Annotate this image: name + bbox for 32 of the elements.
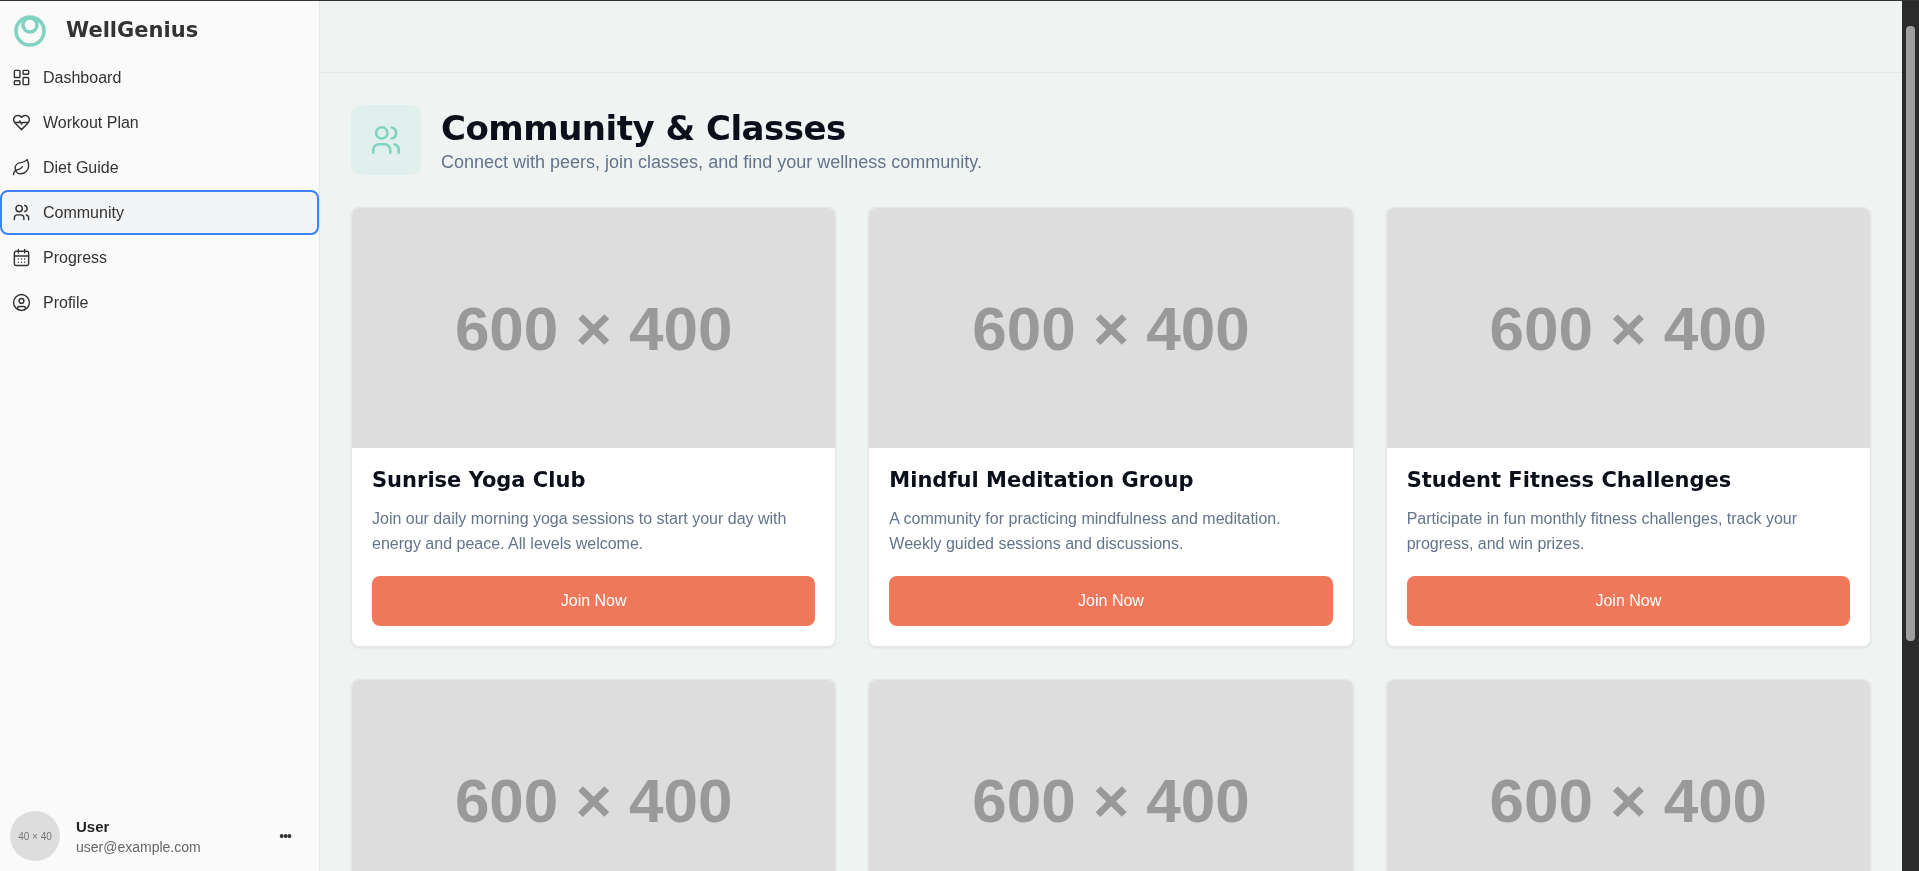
nav-item[interactable]: Community <box>0 190 319 235</box>
placeholder-label: 600 × 400 <box>454 292 733 364</box>
nav-item[interactable]: Dashboard <box>0 55 319 100</box>
card-description: Participate in fun monthly fitness challenges, track your progress, and win prizes. <box>1406 509 1799 554</box>
avatar-label: 40 × 40 <box>18 830 52 842</box>
grid-icon <box>12 68 31 87</box>
user-email: user@example.com <box>76 838 202 855</box>
users-icon <box>12 203 31 222</box>
nav-item[interactable]: Diet Guide <box>0 145 319 190</box>
leaf-icon <box>12 158 31 177</box>
page-subtitle: Connect with peers, join classes, and find your wellness community. <box>441 151 982 173</box>
calendar-icon <box>12 248 31 267</box>
user-circle-icon <box>12 293 31 312</box>
brand-name: WellGenius <box>66 18 199 42</box>
more-button[interactable]: ••• <box>277 826 293 846</box>
card-title: Mindful Meditation Group <box>889 468 1195 492</box>
card-description: A community for practicing mindfulness and meditation. Weekly guided sessions and discussions. <box>889 509 1282 554</box>
nav-item[interactable]: Progress <box>0 235 319 280</box>
users-icon <box>369 123 403 157</box>
placeholder-label: 600 × 400 <box>972 292 1250 364</box>
card-title: Sunrise Yoga Club <box>372 468 587 492</box>
placeholder-label: 600 × 400 <box>1489 764 1768 836</box>
placeholder-label: 600 × 400 <box>454 764 733 836</box>
card-title: Student Fitness Challenges <box>1406 468 1733 492</box>
nav-item[interactable]: Workout Plan <box>0 100 319 145</box>
user-name: User <box>76 817 111 835</box>
card-description: Join our daily morning yoga sessions to start your day with energy and peace. All levels welcome. <box>372 509 788 554</box>
placeholder-label: 600 × 400 <box>972 764 1250 836</box>
nav-item[interactable]: Profile <box>0 280 319 325</box>
placeholder-label: 600 × 400 <box>1489 292 1768 364</box>
page-title: Community & Classes <box>441 107 847 148</box>
heart-pulse-icon <box>12 113 31 132</box>
